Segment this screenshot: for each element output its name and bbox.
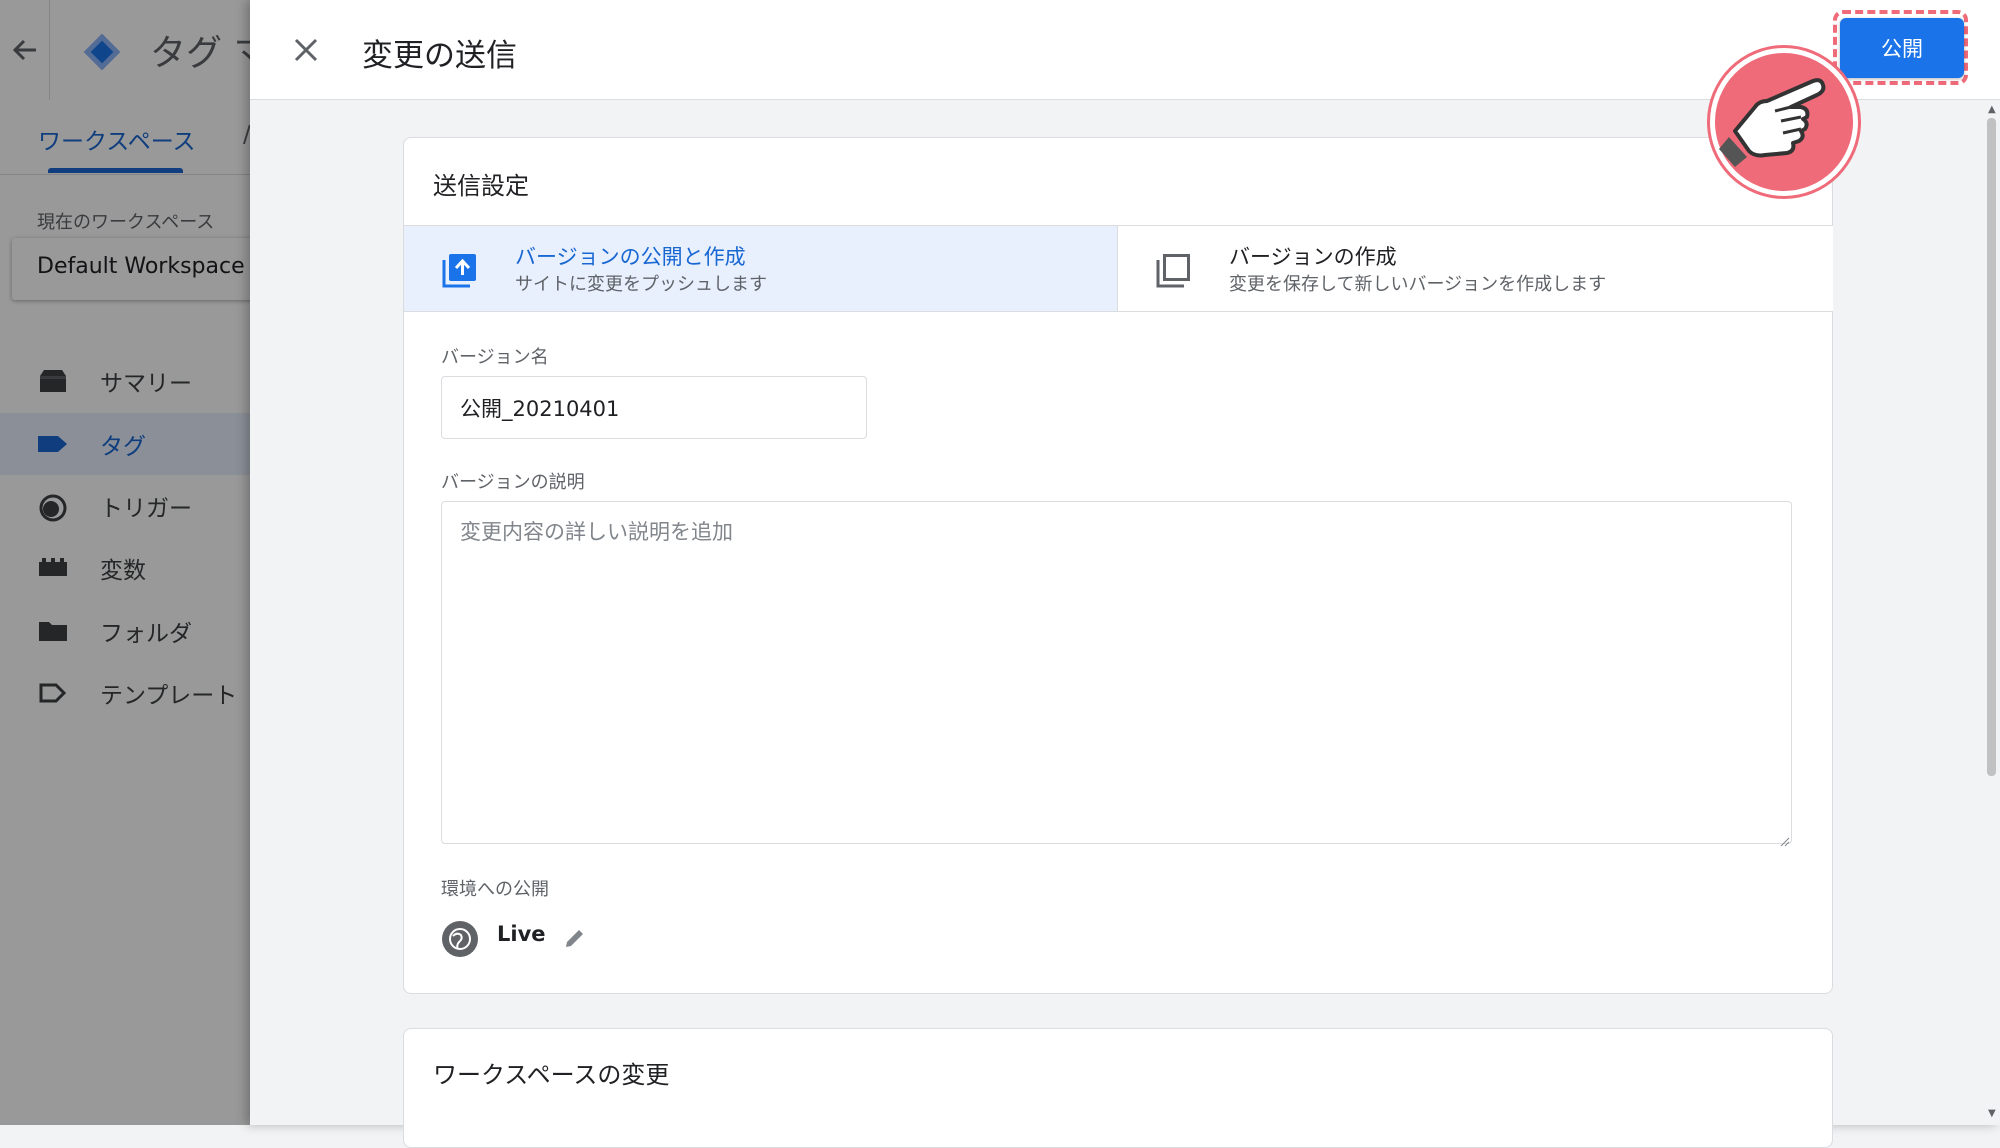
submission-settings-title: 送信設定 <box>433 172 529 200</box>
scroll-up-icon[interactable]: ▲ <box>1988 104 1996 115</box>
version-description-label: バージョンの説明 <box>441 472 585 493</box>
environment-label: 環境への公開 <box>441 879 549 900</box>
option-publish-and-create[interactable]: バージョンの公開と作成 サイトに変更をプッシュします <box>404 225 1117 312</box>
publish-upload-icon <box>440 250 480 290</box>
option-title: バージョンの公開と作成 <box>515 245 746 269</box>
pencil-edit-icon[interactable] <box>562 925 588 951</box>
globe-icon <box>441 920 479 958</box>
publish-button[interactable]: 公開 <box>1840 18 1964 78</box>
scrollbar-thumb[interactable] <box>1987 118 1996 776</box>
workspace-changes-card: ワークスペースの変更 <box>403 1028 1833 1148</box>
close-icon[interactable] <box>286 30 326 70</box>
pointing-hand-icon <box>1710 48 1858 196</box>
option-subtitle: 変更を保存して新しいバージョンを作成します <box>1229 274 1607 295</box>
submit-changes-panel: 変更の送信 ▲ ▼ 送信設定 バージョンの公開と作成 サイトに変更をプッシュしま… <box>250 0 2000 1148</box>
submission-settings-card: 送信設定 バージョンの公開と作成 サイトに変更をプッシュします バージョンの作成 <box>403 137 1833 994</box>
version-description-textarea[interactable] <box>441 501 1792 844</box>
scroll-down-icon[interactable]: ▼ <box>1988 1108 1996 1119</box>
copy-version-icon <box>1154 250 1194 290</box>
environment-name: Live <box>497 922 546 946</box>
option-create-version[interactable]: バージョンの作成 変更を保存して新しいバージョンを作成します <box>1117 225 1833 312</box>
option-subtitle: サイトに変更をプッシュします <box>515 274 767 295</box>
resize-grip-icon[interactable] <box>1780 832 1790 847</box>
version-name-input[interactable] <box>441 376 867 439</box>
option-title: バージョンの作成 <box>1229 245 1397 269</box>
workspace-changes-title: ワークスペースの変更 <box>433 1061 670 1089</box>
version-name-label: バージョン名 <box>441 347 549 368</box>
panel-title: 変更の送信 <box>362 38 517 74</box>
